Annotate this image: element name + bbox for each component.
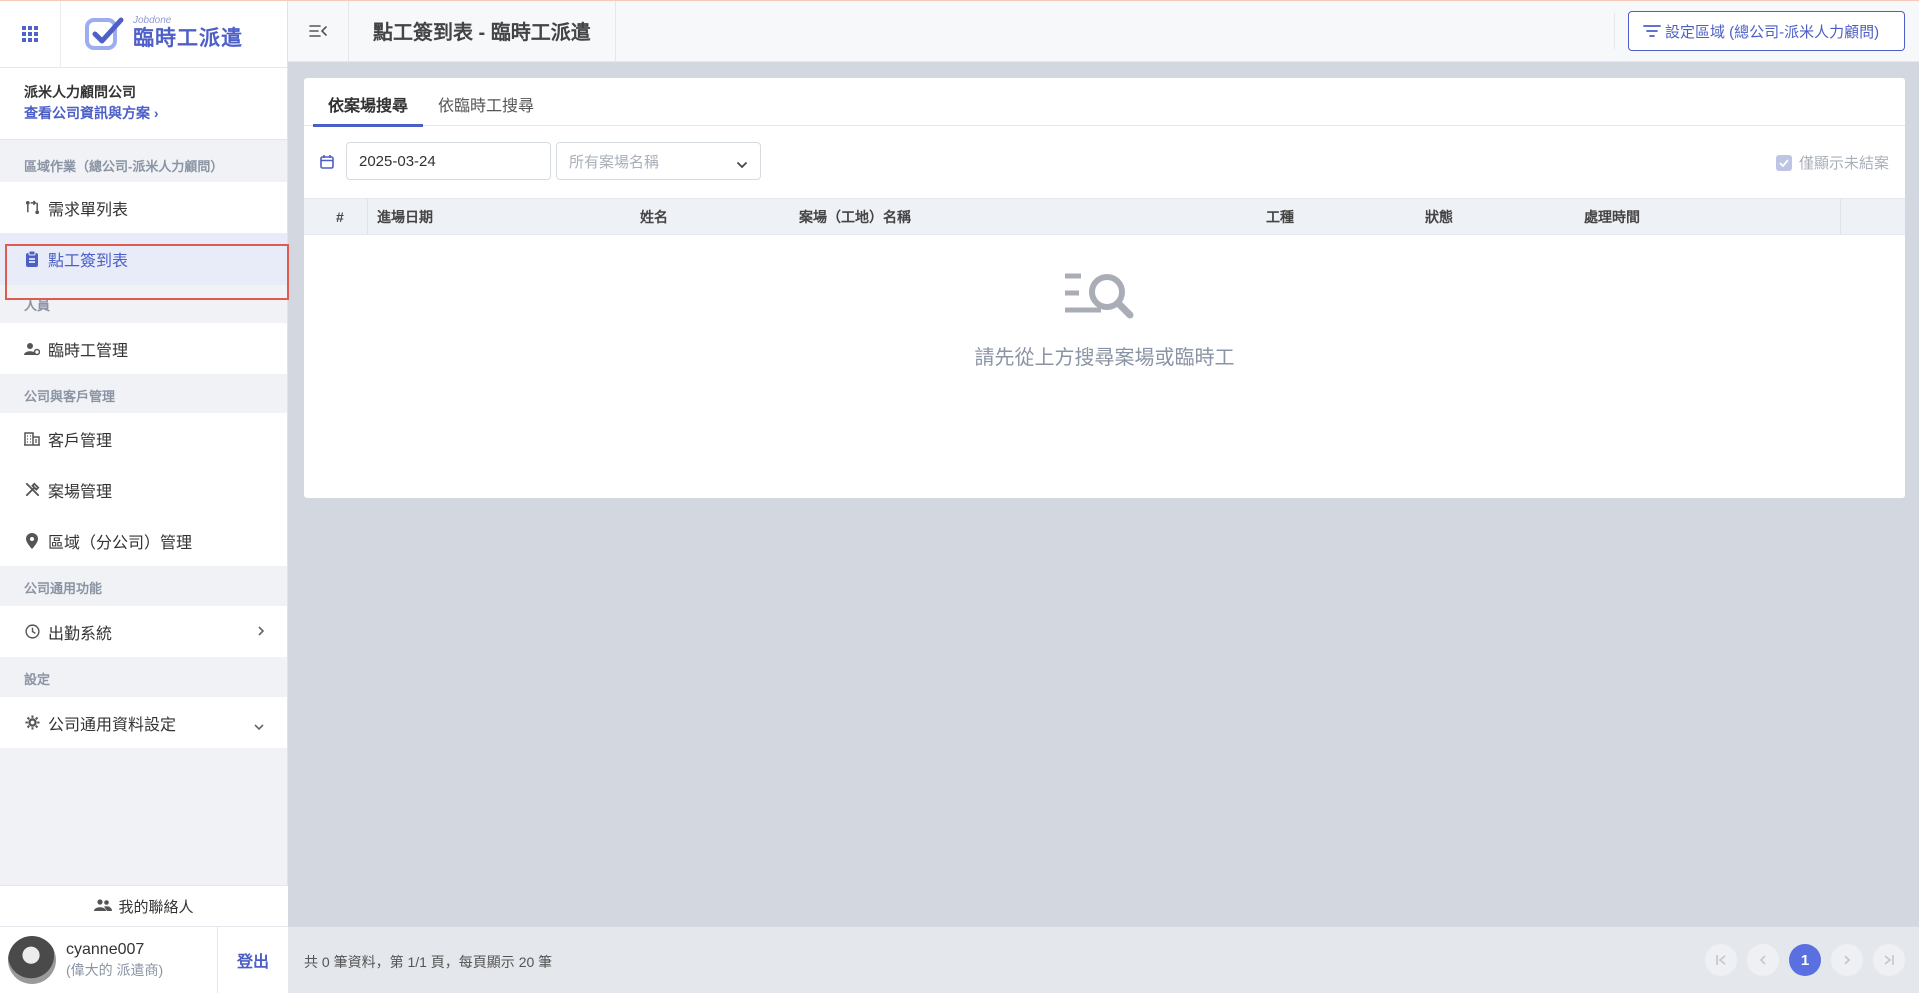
calendar-icon[interactable] (320, 154, 334, 172)
set-region-label: 設定區域 (總公司-派米人力顧問) (1665, 23, 1880, 41)
section-label-common-features: 公司通用功能 (24, 581, 103, 596)
tab-search-by-worker[interactable]: 依臨時工搜尋 (423, 78, 549, 126)
first-page-button[interactable] (1705, 944, 1737, 976)
apps-menu-button[interactable] (0, 0, 61, 68)
last-page-icon (1884, 955, 1894, 965)
brand-small-text: Jobdone (133, 15, 172, 26)
my-contacts-label: 我的聯絡人 (118, 898, 194, 916)
chevron-right-icon (1844, 955, 1851, 965)
sidebar-item-label: 案場管理 (48, 483, 113, 501)
pager: 1 (1695, 944, 1905, 976)
filter-icon (1643, 25, 1661, 37)
brand-name: 臨時工派遣 (133, 27, 243, 50)
logout-button[interactable]: 登出 (218, 927, 288, 993)
people-icon (94, 898, 113, 914)
clock-icon (24, 624, 40, 640)
check-logo-icon (85, 17, 124, 50)
user-panel: cyanne007 (偉大的 派遣商) 登出 (0, 926, 288, 993)
user-role: (偉大的 派遣商) (66, 962, 164, 978)
avatar (8, 936, 56, 984)
column-separator (367, 199, 368, 235)
user-info[interactable]: cyanne007 (偉大的 派遣商) (0, 927, 218, 993)
user-name: cyanne007 (66, 941, 145, 958)
date-input[interactable] (346, 142, 551, 180)
collapse-sidebar-button[interactable] (288, 0, 349, 61)
sidebar-item-label: 區域（分公司）管理 (48, 534, 193, 552)
chevron-left-icon (1759, 955, 1766, 965)
column-header-job-type: 工種 (1266, 209, 1294, 225)
chevron-right-icon (257, 624, 265, 640)
only-open-label: 僅顯示未結案 (1798, 155, 1889, 172)
checkin-sheet-card: 依案場搜尋 依臨時工搜尋 所有案場名稱 僅顯示未結案 # 進場日期 姓名 案場（… (304, 78, 1905, 498)
menu-collapse-icon (309, 24, 327, 37)
map-pin-icon (24, 532, 40, 549)
sidebar-item-sites[interactable]: 案場管理 (0, 464, 287, 515)
top-header: 點工簽到表 - 臨時工派遣 設定區域 (總公司-派米人力顧問) (288, 0, 1919, 62)
sidebar-item-label: 臨時工管理 (48, 342, 129, 360)
tools-icon (24, 482, 40, 498)
next-page-button[interactable] (1831, 944, 1863, 976)
section-label-company-clients: 公司與客戶管理 (24, 389, 116, 404)
company-info-link[interactable]: 查看公司資訊與方案 › (24, 102, 287, 124)
pagination-footer: 共 0 筆資料，第 1/1 頁，每頁顯示 20 筆 1 (288, 926, 1919, 993)
header-divider (1614, 13, 1615, 49)
brand-row: Jobdone 臨時工派遣 (0, 0, 287, 68)
company-name: 派米人力顧問公司 (24, 84, 136, 100)
company-info: 派米人力顧問公司 查看公司資訊與方案 › (0, 68, 287, 140)
route-icon (24, 200, 40, 216)
app-logo[interactable]: Jobdone 臨時工派遣 (61, 0, 243, 67)
column-header-entry-date: 進場日期 (377, 209, 433, 225)
sidebar-item-label: 點工簽到表 (48, 253, 129, 270)
sidebar: Jobdone 臨時工派遣 派米人力顧問公司 查看公司資訊與方案 › 區域作業（… (0, 0, 288, 993)
column-header-status: 狀態 (1425, 209, 1453, 225)
sidebar-item-checkin-sheet[interactable]: 點工簽到表 (0, 233, 287, 285)
section-label-settings: 設定 (24, 672, 51, 687)
only-open-toggle[interactable]: 僅顯示未結案 (1775, 152, 1889, 173)
sidebar-item-clients[interactable]: 客戶管理 (0, 413, 287, 464)
page-title: 點工簽到表 - 臨時工派遣 (349, 0, 616, 61)
column-header-index: # (336, 209, 344, 225)
section-label-people: 人員 (24, 298, 51, 313)
search-list-icon (1063, 270, 1147, 329)
column-separator (1840, 199, 1841, 235)
site-select[interactable]: 所有案場名稱 (556, 142, 761, 180)
section-label-area-ops: 區域作業（總公司-派米人力顧問） (24, 159, 224, 174)
prev-page-button[interactable] (1747, 944, 1779, 976)
chevron-down-icon (253, 718, 265, 734)
search-mode-tabs: 依案場搜尋 依臨時工搜尋 (304, 78, 1905, 127)
my-contacts-button[interactable]: 我的聯絡人 (0, 885, 288, 926)
sidebar-item-label: 出勤系統 (48, 625, 113, 643)
sidebar-item-regions[interactable]: 區域（分公司）管理 (0, 515, 287, 566)
top-accent-line (0, 0, 1919, 1)
column-header-site-name: 案場（工地）名稱 (799, 209, 911, 225)
sidebar-item-label: 公司通用資料設定 (48, 716, 177, 734)
sidebar-item-general-settings[interactable]: 公司通用資料設定 (0, 697, 287, 748)
sidebar-item-temp-workers[interactable]: 臨時工管理 (0, 323, 287, 374)
apps-grid-icon (22, 26, 38, 42)
site-select-placeholder: 所有案場名稱 (569, 153, 660, 171)
check-icon (1779, 158, 1789, 167)
sidebar-item-attendance[interactable]: 出勤系統 (0, 606, 287, 657)
table-header: # 進場日期 姓名 案場（工地）名稱 工種 狀態 處理時間 (304, 198, 1905, 235)
chevron-down-icon (736, 156, 748, 172)
tab-search-by-site[interactable]: 依案場搜尋 (313, 78, 424, 127)
sidebar-item-request-list[interactable]: 需求單列表 (0, 182, 287, 233)
only-open-checkbox[interactable] (1775, 154, 1792, 171)
gear-icon (24, 715, 40, 731)
pagination-summary: 共 0 筆資料，第 1/1 頁，每頁顯示 20 筆 (304, 954, 553, 970)
filter-bar: 所有案場名稱 僅顯示未結案 (304, 126, 1905, 198)
empty-state-message: 請先從上方搜尋案場或臨時工 (974, 347, 1235, 369)
sidebar-item-label: 需求單列表 (48, 201, 129, 219)
column-header-processed-time: 處理時間 (1584, 209, 1640, 225)
column-header-name: 姓名 (640, 209, 668, 225)
set-region-button[interactable]: 設定區域 (總公司-派米人力顧問) (1628, 11, 1905, 51)
first-page-icon (1716, 955, 1726, 965)
page-button-current[interactable]: 1 (1789, 944, 1821, 976)
building-icon (24, 431, 40, 447)
sidebar-item-label: 客戶管理 (48, 432, 113, 450)
empty-state: 請先從上方搜尋案場或臨時工 (304, 270, 1905, 370)
clipboard-icon (24, 251, 40, 267)
user-gear-icon (24, 341, 40, 357)
last-page-button[interactable] (1873, 944, 1905, 976)
